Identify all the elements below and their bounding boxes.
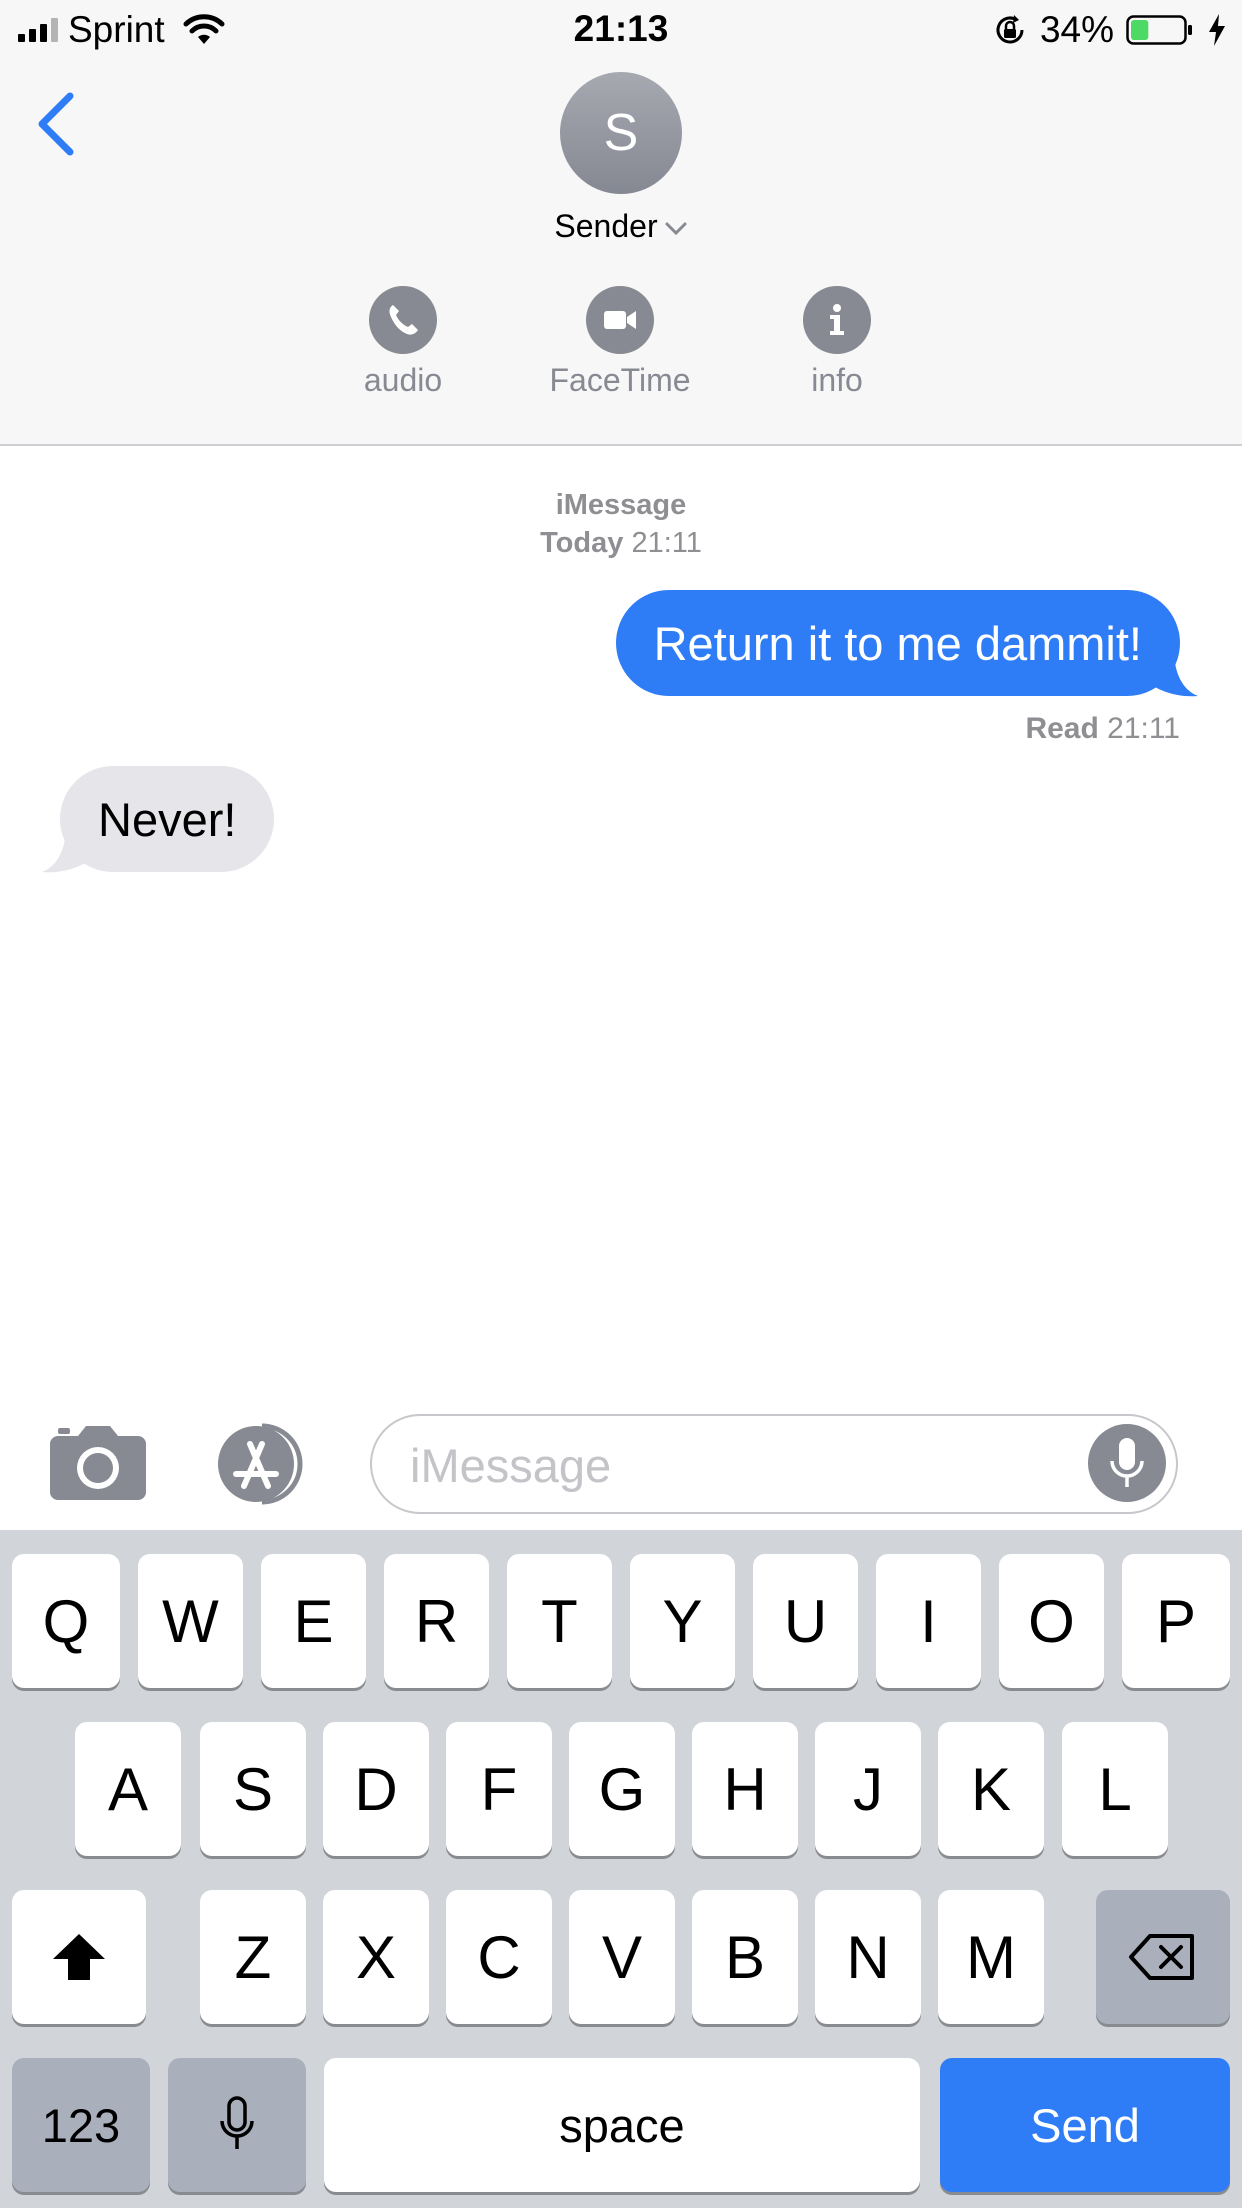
microphone-icon: [220, 2096, 254, 2149]
contact-name-button[interactable]: Sender: [0, 208, 1242, 245]
incoming-message-bubble[interactable]: Never!: [60, 766, 275, 872]
key-l[interactable]: L: [1062, 1722, 1168, 1856]
info-button[interactable]: info: [747, 286, 927, 399]
key-t[interactable]: T: [507, 1554, 612, 1688]
app-store-button[interactable]: [210, 1422, 320, 1506]
key-w[interactable]: W: [138, 1554, 243, 1688]
orientation-lock-icon: [996, 15, 1024, 44]
shift-key[interactable]: [12, 1890, 146, 2024]
audio-call-button[interactable]: audio: [313, 286, 493, 399]
send-key[interactable]: Send: [940, 2058, 1230, 2192]
numbers-key[interactable]: 123: [12, 2058, 150, 2192]
timestamp-time: 21:11: [631, 527, 702, 559]
key-v[interactable]: V: [569, 1890, 675, 2024]
info-icon: [830, 304, 844, 335]
key-s[interactable]: S: [200, 1722, 306, 1856]
key-f[interactable]: F: [446, 1722, 552, 1856]
delete-key[interactable]: [1096, 1890, 1230, 2024]
key-r[interactable]: R: [384, 1554, 489, 1688]
key-a[interactable]: A: [75, 1722, 181, 1856]
contact-name: Sender: [554, 208, 658, 244]
key-z[interactable]: Z: [200, 1890, 306, 2024]
key-i[interactable]: I: [876, 1554, 981, 1688]
dictation-button[interactable]: [1088, 1424, 1166, 1502]
read-receipt: Read 21:11: [1025, 712, 1180, 745]
battery-percentage: 34%: [1039, 9, 1114, 50]
back-button[interactable]: [30, 88, 90, 160]
conversation-header: S Sender audio FaceTime info: [0, 60, 1242, 446]
status-right: 34%: [992, 8, 1228, 52]
key-d[interactable]: D: [323, 1722, 429, 1856]
microphone-icon: [1110, 1438, 1144, 1487]
key-m[interactable]: M: [938, 1890, 1044, 2024]
timestamp-day: Today: [540, 527, 624, 559]
message-input-field: [370, 1414, 1178, 1514]
key-j[interactable]: J: [815, 1722, 921, 1856]
chevron-down-icon: [665, 222, 687, 235]
phone-icon: [389, 305, 418, 335]
key-b[interactable]: B: [692, 1890, 798, 2024]
key-q[interactable]: Q: [12, 1554, 120, 1688]
facetime-button[interactable]: FaceTime: [530, 286, 710, 399]
space-key[interactable]: space: [324, 2058, 920, 2192]
key-h[interactable]: H: [692, 1722, 798, 1856]
key-p[interactable]: P: [1122, 1554, 1230, 1688]
info-label: info: [811, 362, 863, 398]
key-k[interactable]: K: [938, 1722, 1044, 1856]
shift-arrow-icon: [53, 1934, 105, 1980]
message-timestamp: iMessage Today 21:11: [0, 486, 1242, 562]
dictation-key[interactable]: [168, 2058, 306, 2192]
key-u[interactable]: U: [753, 1554, 858, 1688]
key-x[interactable]: X: [323, 1890, 429, 2024]
key-y[interactable]: Y: [630, 1554, 735, 1688]
camera-button[interactable]: [48, 1422, 150, 1502]
service-label: iMessage: [555, 489, 687, 521]
video-camera-icon: [604, 311, 636, 329]
backspace-icon: [1129, 1934, 1194, 1980]
contact-avatar[interactable]: S: [560, 72, 682, 194]
key-o[interactable]: O: [999, 1554, 1104, 1688]
battery-fill: [1131, 20, 1149, 40]
keyboard: Q W E R T Y U I O P A S D F G H J K L Z …: [0, 1530, 1242, 2208]
facetime-label: FaceTime: [549, 362, 691, 398]
outgoing-message-bubble[interactable]: Return it to me dammit!: [615, 590, 1180, 696]
key-g[interactable]: G: [569, 1722, 675, 1856]
key-e[interactable]: E: [261, 1554, 366, 1688]
audio-label: audio: [363, 362, 443, 398]
status-bar: Sprint 21:13 34%: [0, 0, 1242, 60]
charging-bolt-icon: [1209, 14, 1225, 46]
key-c[interactable]: C: [446, 1890, 552, 2024]
battery-icon: [1126, 15, 1192, 45]
message-input[interactable]: [408, 1416, 1072, 1514]
key-n[interactable]: N: [815, 1890, 921, 2024]
